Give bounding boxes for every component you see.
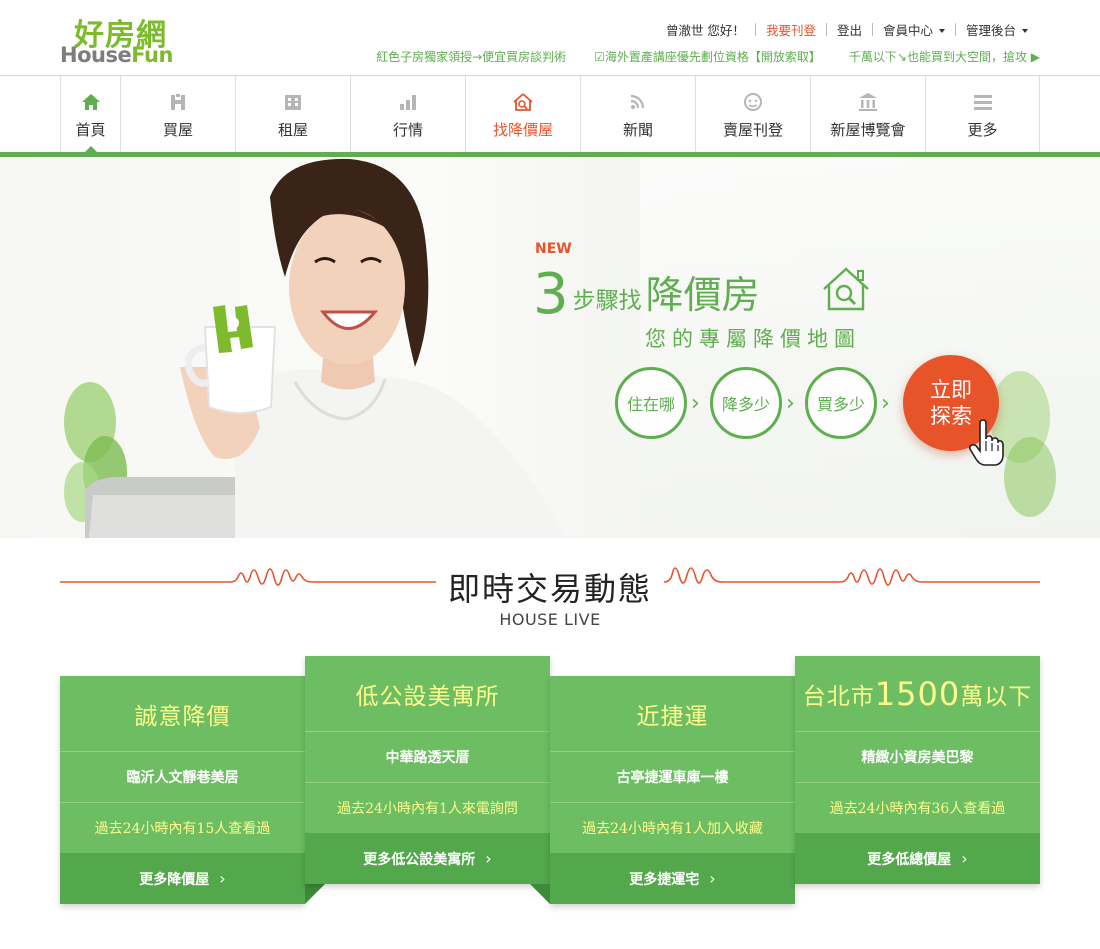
card-near-mrt: 近捷運 古亭捷運車庫一樓 過去24小時內有1人加入收藏 更多捷運宅 › [550, 676, 795, 904]
card-stat: 過去24小時內有15人查看過 [60, 802, 305, 853]
card-stat: 過去24小時內有1人來電詢問 [305, 782, 550, 833]
post-listing-link[interactable]: 我要刊登 [766, 20, 816, 39]
nav-label: 新屋博覽會 [830, 121, 906, 139]
card-listing-link[interactable]: 古亭捷運車庫一樓 [550, 751, 795, 802]
user-bar: 曾澈世 您好！ 我要刊登 登出 會員中心 管理後台 [666, 20, 1028, 38]
nav-item-expo[interactable]: 新屋博覽會 [810, 76, 925, 152]
step-discount-button[interactable]: 降多少 [710, 367, 782, 439]
card-more-button[interactable]: 更多捷運宅 › [550, 853, 795, 904]
hand-pointer-icon [968, 419, 1004, 466]
card-more-button[interactable]: 更多低總價屋 › [795, 833, 1040, 884]
divider [871, 22, 873, 36]
nav-item-buy[interactable]: 買屋 [120, 76, 235, 152]
card-more-button[interactable]: 更多低公設美寓所 › [305, 833, 550, 884]
card-stat: 過去24小時內有1人加入收藏 [550, 802, 795, 853]
nav-label: 找降價屋 [492, 121, 553, 139]
card-price-drop: 誠意降價 臨沂人文靜巷美居 過去24小時內有15人查看過 更多降價屋 › [60, 676, 305, 904]
promo-link-negotiation[interactable]: 紅色子房獨家領授→便宜買房談判術 [376, 48, 566, 66]
chevron-right-icon: › [219, 869, 226, 888]
hero-title: 3 步驟找 降價房 [533, 253, 760, 323]
woman-with-cup-image [85, 158, 565, 538]
divider [754, 22, 756, 36]
chevron-right-icon: › [961, 849, 968, 868]
card-listing-link[interactable]: 精緻小資房美巴黎 [795, 731, 1040, 782]
nav-item-rent[interactable]: 租屋 [235, 76, 350, 152]
nav-label: 買屋 [162, 121, 193, 139]
card-listing-link[interactable]: 中華路透天厝 [305, 731, 550, 782]
house-live-title: 即時交易動態 [447, 570, 652, 608]
card-title: 近捷運 [636, 703, 709, 730]
nav-label: 首頁 [75, 121, 106, 139]
nav-item-sell[interactable]: 賣屋刊登 [695, 76, 810, 152]
card-title: 誠意降價 [134, 703, 231, 730]
site-header: 好房網 HouseFun 曾澈世 您好！ 我要刊登 登出 會員中心 管理後台 紅… [0, 0, 1100, 76]
chevron-right-icon: › [691, 391, 700, 416]
caret-down-icon [1022, 29, 1028, 33]
nav-label: 賣屋刊登 [722, 121, 783, 139]
card-fold-decoration [530, 884, 550, 904]
promo-links: 紅色子房獨家領授→便宜買房談判術 ☑海外置產講座優先劃位資格【開放索取】 千萬以… [348, 48, 1040, 66]
nav-label: 租屋 [277, 121, 308, 139]
house-live-subtitle: HOUSE LIVE [499, 610, 601, 629]
card-more-button[interactable]: 更多降價屋 › [60, 853, 305, 904]
promo-link-big-space[interactable]: 千萬以下↘也能買到大空間，搶攻 ▶ [849, 48, 1040, 66]
nav-item-news[interactable]: 新聞 [580, 76, 695, 152]
card-under-15m: 台北市 1500 萬以下 精緻小資房美巴黎 過去24小時內有36人查看過 更多低總價… [795, 656, 1040, 884]
logo-english-text: HouseFun [60, 43, 173, 67]
user-greeting: 曾澈世 您好！ [665, 22, 745, 38]
step-where-button[interactable]: 住在哪 [615, 367, 687, 439]
nav-item-home[interactable]: 首頁 [60, 76, 120, 153]
divider [954, 22, 956, 36]
promo-link-overseas-seminar[interactable]: ☑海外置產講座優先劃位資格【開放索取】 [594, 48, 821, 66]
hero-title-small: 步驟找 [572, 288, 642, 314]
chevron-right-icon: › [485, 849, 492, 868]
agent-icon [744, 93, 762, 111]
house-search-icon [513, 93, 533, 111]
chevron-right-icon: › [881, 391, 890, 416]
hero-title-number: 3 [533, 262, 569, 327]
card-title: 低公設美寓所 [355, 683, 500, 710]
explore-label: 立即 探索 [930, 378, 972, 428]
card-fold-decoration [305, 884, 325, 904]
bank-building-icon [859, 93, 877, 111]
building-icon [285, 95, 301, 110]
menu-icon [973, 95, 992, 110]
nav-item-price-drop[interactable]: 找降價屋 [465, 76, 580, 152]
nav-label: 新聞 [622, 121, 653, 139]
nav-label: 行情 [392, 121, 423, 139]
admin-dropdown[interactable]: 管理後台 [966, 20, 1028, 39]
card-title: 台北市 1500 萬以下 [802, 674, 1033, 713]
chevron-right-icon: › [786, 391, 795, 416]
home-icon [81, 94, 100, 110]
main-nav: 首頁 買屋 租屋 行情 找降價屋 新聞 賣屋刊登 新屋博覽會 更多 [60, 76, 1040, 153]
bar-chart-icon [400, 95, 416, 110]
chevron-right-icon: › [709, 869, 716, 888]
buy-house-icon [171, 94, 185, 110]
step-budget-button[interactable]: 買多少 [805, 367, 877, 439]
rss-icon [630, 94, 645, 109]
housefun-logo[interactable]: 好房網 HouseFun [60, 12, 190, 68]
card-stat: 過去24小時內有36人查看過 [795, 782, 1040, 833]
house-search-icon [823, 267, 869, 311]
card-low-public-area: 低公設美寓所 中華路透天厝 過去24小時內有1人來電詢問 更多低公設美寓所 › [305, 656, 550, 884]
hero-banner[interactable]: NEW 3 步驟找 降價房 您的專屬降價地圖 住在哪 › 降多少 › 買多少 ›… [0, 157, 1100, 538]
card-listing-link[interactable]: 臨沂人文靜巷美居 [60, 751, 305, 802]
caret-down-icon [938, 29, 945, 33]
hero-subtitle: 您的專屬降價地圖 [645, 327, 861, 351]
nav-label: 更多 [967, 121, 998, 139]
logout-link[interactable]: 登出 [837, 20, 862, 39]
hero-title-big: 降價房 [645, 273, 760, 317]
divider [825, 22, 827, 36]
nav-item-more[interactable]: 更多 [925, 76, 1040, 152]
nav-item-market[interactable]: 行情 [350, 76, 465, 152]
member-center-dropdown[interactable]: 會員中心 [883, 20, 945, 39]
